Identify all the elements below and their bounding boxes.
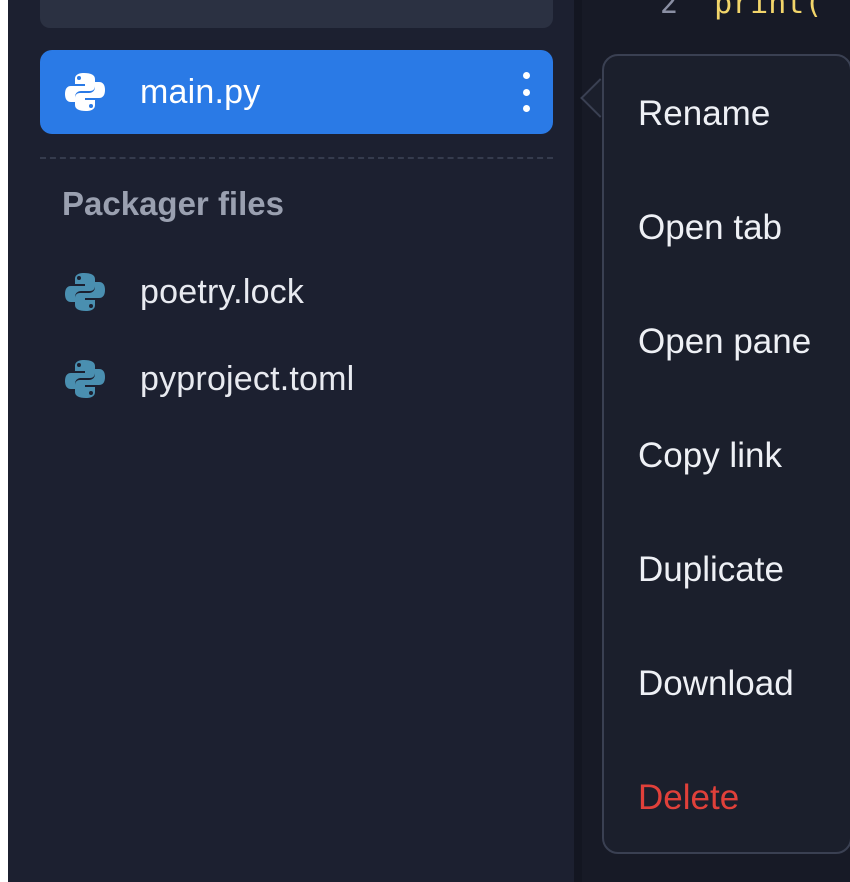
code-text: print( xyxy=(714,0,823,21)
file-item-label: pyproject.toml xyxy=(140,359,355,398)
pane-divider xyxy=(574,0,582,882)
file-tree-item-partial[interactable] xyxy=(40,0,553,28)
file-context-menu: Rename Open tab Open pane Copy link Dupl… xyxy=(602,54,850,854)
python-icon xyxy=(62,269,108,315)
menu-item-copy-link[interactable]: Copy link xyxy=(638,436,782,476)
code-line: 2 print( xyxy=(660,0,822,21)
section-divider xyxy=(40,157,553,159)
python-icon xyxy=(62,356,108,402)
file-tree: main.py Packager files poetry.lock pypro… xyxy=(8,0,574,882)
packager-files-heading: Packager files xyxy=(62,185,284,222)
file-item-label: main.py xyxy=(140,72,261,111)
file-item-main-py[interactable]: main.py xyxy=(40,50,553,134)
menu-item-rename[interactable]: Rename xyxy=(638,94,770,134)
menu-item-open-pane[interactable]: Open pane xyxy=(638,322,811,362)
more-options-icon[interactable] xyxy=(519,72,533,112)
file-item-poetry-lock[interactable]: poetry.lock xyxy=(40,250,553,334)
menu-item-download[interactable]: Download xyxy=(638,664,794,704)
menu-item-delete[interactable]: Delete xyxy=(638,778,739,818)
menu-item-duplicate[interactable]: Duplicate xyxy=(638,550,784,590)
file-item-label: poetry.lock xyxy=(140,272,305,311)
menu-item-open-tab[interactable]: Open tab xyxy=(638,208,782,248)
python-icon xyxy=(62,69,108,115)
line-number: 2 xyxy=(660,0,679,21)
workspace: main.py Packager files poetry.lock pypro… xyxy=(8,0,850,882)
file-item-pyproject-toml[interactable]: pyproject.toml xyxy=(40,337,553,421)
